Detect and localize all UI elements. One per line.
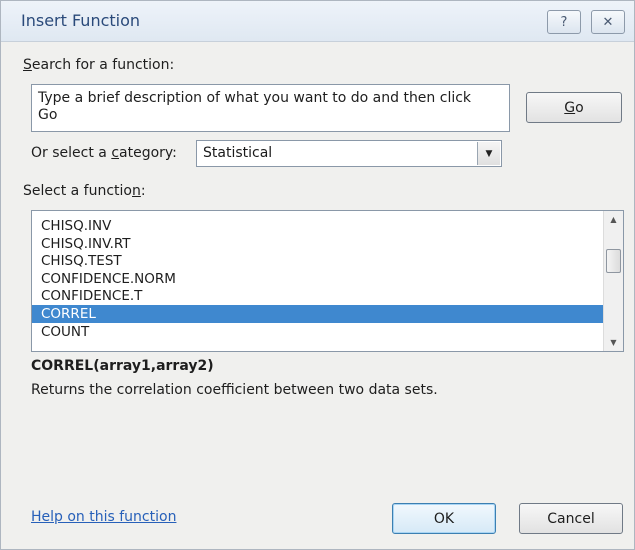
title-bar: Insert Function ? ✕ — [1, 1, 634, 42]
close-button[interactable]: ✕ — [591, 10, 625, 34]
insert-function-dialog: Insert Function ? ✕ Search for a functio… — [0, 0, 635, 550]
scroll-thumb[interactable] — [606, 249, 621, 273]
window-title: Insert Function — [21, 11, 141, 30]
cancel-button[interactable]: Cancel — [519, 503, 623, 534]
function-list-item[interactable]: CHISQ.INV — [32, 217, 604, 235]
function-listbox[interactable]: CHISQ.INV CHISQ.INV.RT CHISQ.TEST CONFIDENC… — [31, 210, 624, 352]
help-button[interactable]: ? — [547, 10, 581, 34]
help-icon: ? — [560, 14, 568, 30]
search-label: Search for a function: — [23, 57, 175, 73]
search-input[interactable]: Type a brief description of what you wan… — [31, 84, 510, 132]
function-signature: CORREL(array1,array2) — [31, 358, 214, 374]
function-list-label: Select a function: — [23, 183, 146, 199]
close-icon: ✕ — [602, 14, 614, 30]
function-list-item[interactable]: CORREL — [32, 305, 604, 323]
ok-button[interactable]: OK — [392, 503, 496, 534]
search-input-text-line2: Go — [38, 107, 58, 123]
scroll-down-arrow-icon[interactable]: ▼ — [604, 334, 623, 351]
function-description: Returns the correlation coefficient betw… — [31, 382, 438, 398]
scroll-up-arrow-icon[interactable]: ▲ — [604, 211, 623, 228]
function-list-item[interactable]: CHISQ.TEST — [32, 252, 604, 270]
function-list-item[interactable]: CHISQ.INV.RT — [32, 235, 604, 253]
go-button[interactable]: Go — [526, 92, 622, 123]
category-select[interactable]: Statistical ▼ — [196, 140, 502, 167]
list-scrollbar[interactable]: ▲ ▼ — [603, 211, 623, 351]
search-input-text-line1: Type a brief description of what you wan… — [38, 90, 472, 106]
function-list-item[interactable]: CONFIDENCE.T — [32, 287, 604, 305]
category-label: Or select a category: — [31, 145, 177, 161]
category-selected-value: Statistical — [203, 145, 273, 161]
function-list-item[interactable]: CONFIDENCE.NORM — [32, 270, 604, 288]
dropdown-arrow-icon[interactable]: ▼ — [477, 142, 500, 165]
help-on-function-link[interactable]: Help on this function — [31, 509, 176, 525]
function-list-item[interactable]: COUNT — [32, 323, 604, 341]
